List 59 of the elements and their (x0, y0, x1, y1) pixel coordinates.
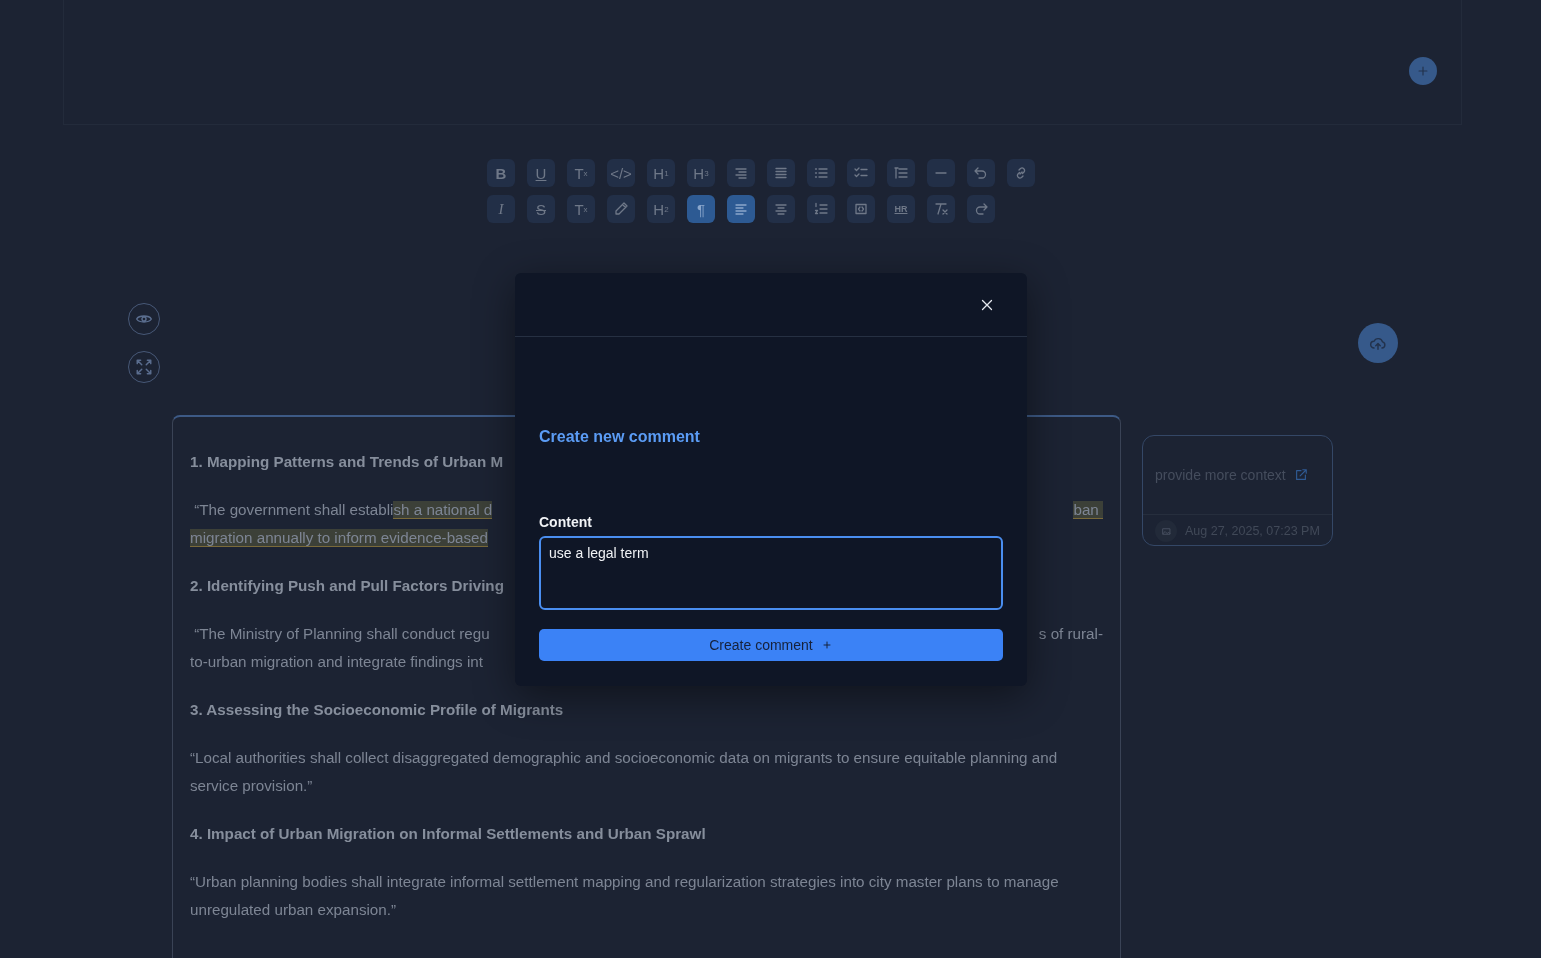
paragraph-text: “Local authorities shall collect disaggregated demographic and socioeconomic data on migrants to ensure equitable planning and service provision.” (190, 748, 1059, 796)
highlighted-text: sh a national d (393, 501, 493, 519)
plus-icon (1416, 64, 1430, 78)
indent-icon (893, 165, 909, 181)
create-comment-button[interactable]: Create comment (539, 629, 1003, 661)
clear-format-button[interactable] (927, 195, 955, 223)
code-block-icon (853, 201, 869, 217)
dialog-title: Create new comment (539, 427, 701, 447)
align-left-icon (733, 201, 749, 217)
task-list-button[interactable] (847, 159, 875, 187)
image-icon (1155, 520, 1177, 542)
bold-button[interactable]: B (487, 159, 515, 187)
indent-button[interactable] (887, 159, 915, 187)
justify-button[interactable] (767, 159, 795, 187)
align-center-icon (773, 201, 789, 217)
align-left-button[interactable] (727, 195, 755, 223)
upload-button[interactable] (1358, 323, 1398, 363)
underline-button[interactable]: U (527, 159, 555, 187)
code-button[interactable]: </> (607, 159, 635, 187)
strike-button[interactable]: S (527, 195, 555, 223)
expand-icon (135, 358, 153, 376)
add-button[interactable] (1409, 57, 1437, 85)
bullet-list-icon (813, 165, 829, 181)
comment-input-field[interactable]: use a legal term (539, 536, 1003, 610)
redo-button[interactable] (967, 195, 995, 223)
hr-button[interactable]: HR (887, 195, 915, 223)
align-right-button[interactable] (727, 159, 755, 187)
paragraph-text: “Urban planning bodies shall integrate informal settlement mapping and regularization strategies into city master plans to manage unregulated urban expansion.” (190, 872, 1060, 920)
paragraph-text: s of rural- (1038, 625, 1103, 642)
paragraph-text: “The Ministry of Planning shall conduct regu (193, 625, 490, 642)
section-heading: 4. Impact of Urban Migration on Informal Settlements and Urban Sprawl (190, 824, 707, 844)
align-center-button[interactable] (767, 195, 795, 223)
highlighted-text: ban (1073, 501, 1103, 519)
paragraph-text: “The government shall establi (193, 501, 394, 518)
justify-icon (773, 165, 789, 181)
ordered-list-button[interactable] (807, 195, 835, 223)
paragraph-button[interactable]: ¶ (687, 195, 715, 223)
align-right-icon (733, 165, 749, 181)
superscript-button[interactable]: T$^{x}$ (567, 159, 595, 187)
ordered-list-icon (813, 201, 829, 217)
highlight-icon (613, 201, 629, 217)
rule-icon (935, 172, 947, 174)
italic-button[interactable]: I (487, 195, 515, 223)
section-heading: 2. Identifying Push and Pull Factors Driving (190, 577, 504, 594)
section-heading: 3. Assessing the Socioeconomic Profile of Migrants (190, 700, 565, 720)
section-heading: 1. Mapping Patterns and Trends of Urban M (190, 453, 504, 470)
edit-icon[interactable] (1293, 467, 1308, 482)
redo-icon (973, 201, 989, 217)
undo-button[interactable] (967, 159, 995, 187)
undo-icon (973, 165, 989, 181)
rule-button[interactable] (927, 159, 955, 187)
code-block-button[interactable] (847, 195, 875, 223)
link-button[interactable] (1007, 159, 1035, 187)
clear-format-icon (933, 201, 949, 217)
paragraph-text: to-urban migration and integrate findings int (190, 653, 483, 670)
field-label: Content (539, 513, 593, 531)
highlighted-text: migration annually to inform evidence-based (190, 529, 488, 547)
highlight-button[interactable] (607, 195, 635, 223)
bullet-list-button[interactable] (807, 159, 835, 187)
